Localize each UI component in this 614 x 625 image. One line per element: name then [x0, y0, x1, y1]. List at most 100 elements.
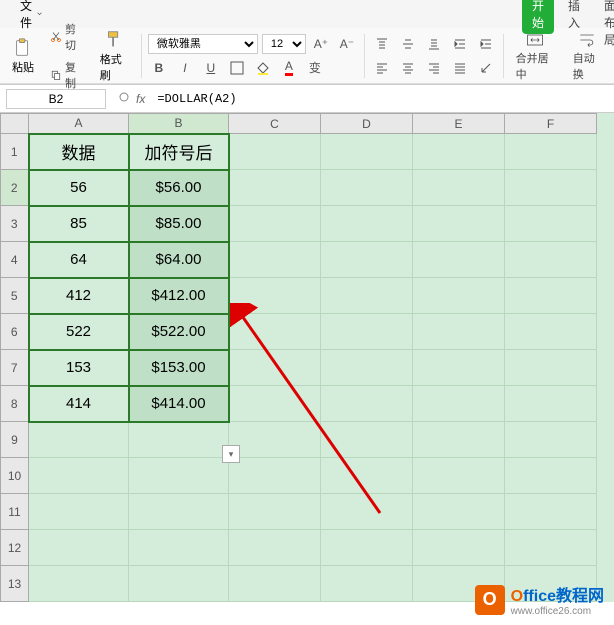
cell[interactable] — [321, 278, 413, 314]
font-size-select[interactable]: 12 — [262, 34, 306, 54]
format-painter-button[interactable]: 格式刷 — [94, 27, 135, 85]
cell-b3[interactable]: $85.00 — [129, 206, 229, 242]
row-header[interactable]: 11 — [1, 494, 29, 530]
cell[interactable] — [129, 566, 229, 602]
cell[interactable] — [321, 386, 413, 422]
cell-b1[interactable]: 加符号后 — [129, 134, 229, 170]
cell-a1[interactable]: 数据 — [29, 134, 129, 170]
merge-center-button[interactable]: 合并居中 — [510, 28, 561, 84]
cell-a6[interactable]: 522 — [29, 314, 129, 350]
cell[interactable] — [321, 170, 413, 206]
row-header[interactable]: 1 — [1, 134, 29, 170]
cell[interactable] — [229, 386, 321, 422]
cell[interactable] — [505, 458, 597, 494]
row-header[interactable]: 12 — [1, 530, 29, 566]
cell[interactable] — [505, 386, 597, 422]
cell[interactable] — [321, 206, 413, 242]
row-header[interactable]: 3 — [1, 206, 29, 242]
underline-button[interactable]: U — [200, 57, 222, 79]
cell[interactable] — [413, 242, 505, 278]
cell-a7[interactable]: 153 — [29, 350, 129, 386]
cell[interactable] — [505, 242, 597, 278]
decrease-indent-icon[interactable] — [449, 33, 471, 55]
increase-indent-icon[interactable] — [475, 33, 497, 55]
decrease-font-icon[interactable]: A⁻ — [336, 33, 358, 55]
row-header[interactable]: 2 — [1, 170, 29, 206]
cell[interactable] — [413, 314, 505, 350]
cell[interactable] — [413, 530, 505, 566]
cell[interactable] — [321, 566, 413, 602]
fx-icon[interactable]: fx — [136, 92, 145, 106]
cell[interactable] — [505, 494, 597, 530]
cell[interactable] — [321, 242, 413, 278]
dropdown-icon[interactable] — [118, 91, 130, 106]
autofill-options-icon[interactable]: ▾ — [222, 445, 240, 463]
cell[interactable] — [413, 170, 505, 206]
cell[interactable] — [229, 314, 321, 350]
cell[interactable] — [229, 350, 321, 386]
increase-font-icon[interactable]: A⁺ — [310, 33, 332, 55]
cell[interactable] — [321, 314, 413, 350]
row-header[interactable]: 13 — [1, 566, 29, 602]
phonetic-button[interactable]: 变 — [304, 57, 326, 79]
cell-a8[interactable]: 414 — [29, 386, 129, 422]
col-header-e[interactable]: E — [413, 114, 505, 134]
cell[interactable] — [413, 350, 505, 386]
cell[interactable] — [229, 206, 321, 242]
copy-button[interactable]: 复制 — [46, 57, 88, 93]
align-bottom-icon[interactable] — [423, 33, 445, 55]
cell[interactable] — [505, 530, 597, 566]
cell[interactable] — [229, 566, 321, 602]
row-header[interactable]: 6 — [1, 314, 29, 350]
cell[interactable] — [413, 386, 505, 422]
name-box[interactable] — [6, 89, 106, 109]
cell[interactable] — [129, 422, 229, 458]
fill-color-button[interactable] — [252, 57, 274, 79]
align-middle-icon[interactable] — [397, 33, 419, 55]
row-header[interactable]: 5 — [1, 278, 29, 314]
cut-button[interactable]: 剪切 — [46, 19, 88, 55]
cell[interactable] — [413, 458, 505, 494]
cell[interactable] — [229, 278, 321, 314]
cell[interactable] — [413, 494, 505, 530]
cell-a2[interactable]: 56 — [29, 170, 129, 206]
col-header-d[interactable]: D — [321, 114, 413, 134]
cell[interactable] — [505, 206, 597, 242]
align-top-icon[interactable] — [371, 33, 393, 55]
cell[interactable] — [321, 134, 413, 170]
cell[interactable] — [229, 170, 321, 206]
cell-b4[interactable]: $64.00 — [129, 242, 229, 278]
align-center-icon[interactable] — [397, 57, 419, 79]
row-header[interactable]: 10 — [1, 458, 29, 494]
cell[interactable] — [129, 494, 229, 530]
cell[interactable] — [321, 422, 413, 458]
cell-a4[interactable]: 64 — [29, 242, 129, 278]
cell-b8[interactable]: $414.00 — [129, 386, 229, 422]
cell[interactable] — [229, 242, 321, 278]
align-left-icon[interactable] — [371, 57, 393, 79]
row-header[interactable]: 7 — [1, 350, 29, 386]
cell[interactable] — [29, 566, 129, 602]
cell[interactable] — [229, 530, 321, 566]
row-header[interactable]: 9 — [1, 422, 29, 458]
file-menu[interactable]: 文件 — [14, 0, 48, 33]
col-header-a[interactable]: A — [29, 114, 129, 134]
cell-b2[interactable]: $56.00 — [129, 170, 229, 206]
cell[interactable] — [29, 530, 129, 566]
justify-icon[interactable] — [449, 57, 471, 79]
wrap-text-button[interactable]: 自动换 — [567, 28, 608, 84]
cell[interactable] — [505, 314, 597, 350]
cell[interactable] — [321, 494, 413, 530]
cell[interactable] — [29, 422, 129, 458]
col-header-f[interactable]: F — [505, 114, 597, 134]
cell[interactable] — [505, 422, 597, 458]
cell-b7[interactable]: $153.00 — [129, 350, 229, 386]
cell-b6[interactable]: $522.00 — [129, 314, 229, 350]
row-header[interactable]: 4 — [1, 242, 29, 278]
col-header-c[interactable]: C — [229, 114, 321, 134]
col-header-b[interactable]: B — [129, 114, 229, 134]
cell[interactable] — [229, 422, 321, 458]
formula-input[interactable] — [151, 90, 614, 108]
cell[interactable] — [505, 278, 597, 314]
border-button[interactable] — [226, 57, 248, 79]
